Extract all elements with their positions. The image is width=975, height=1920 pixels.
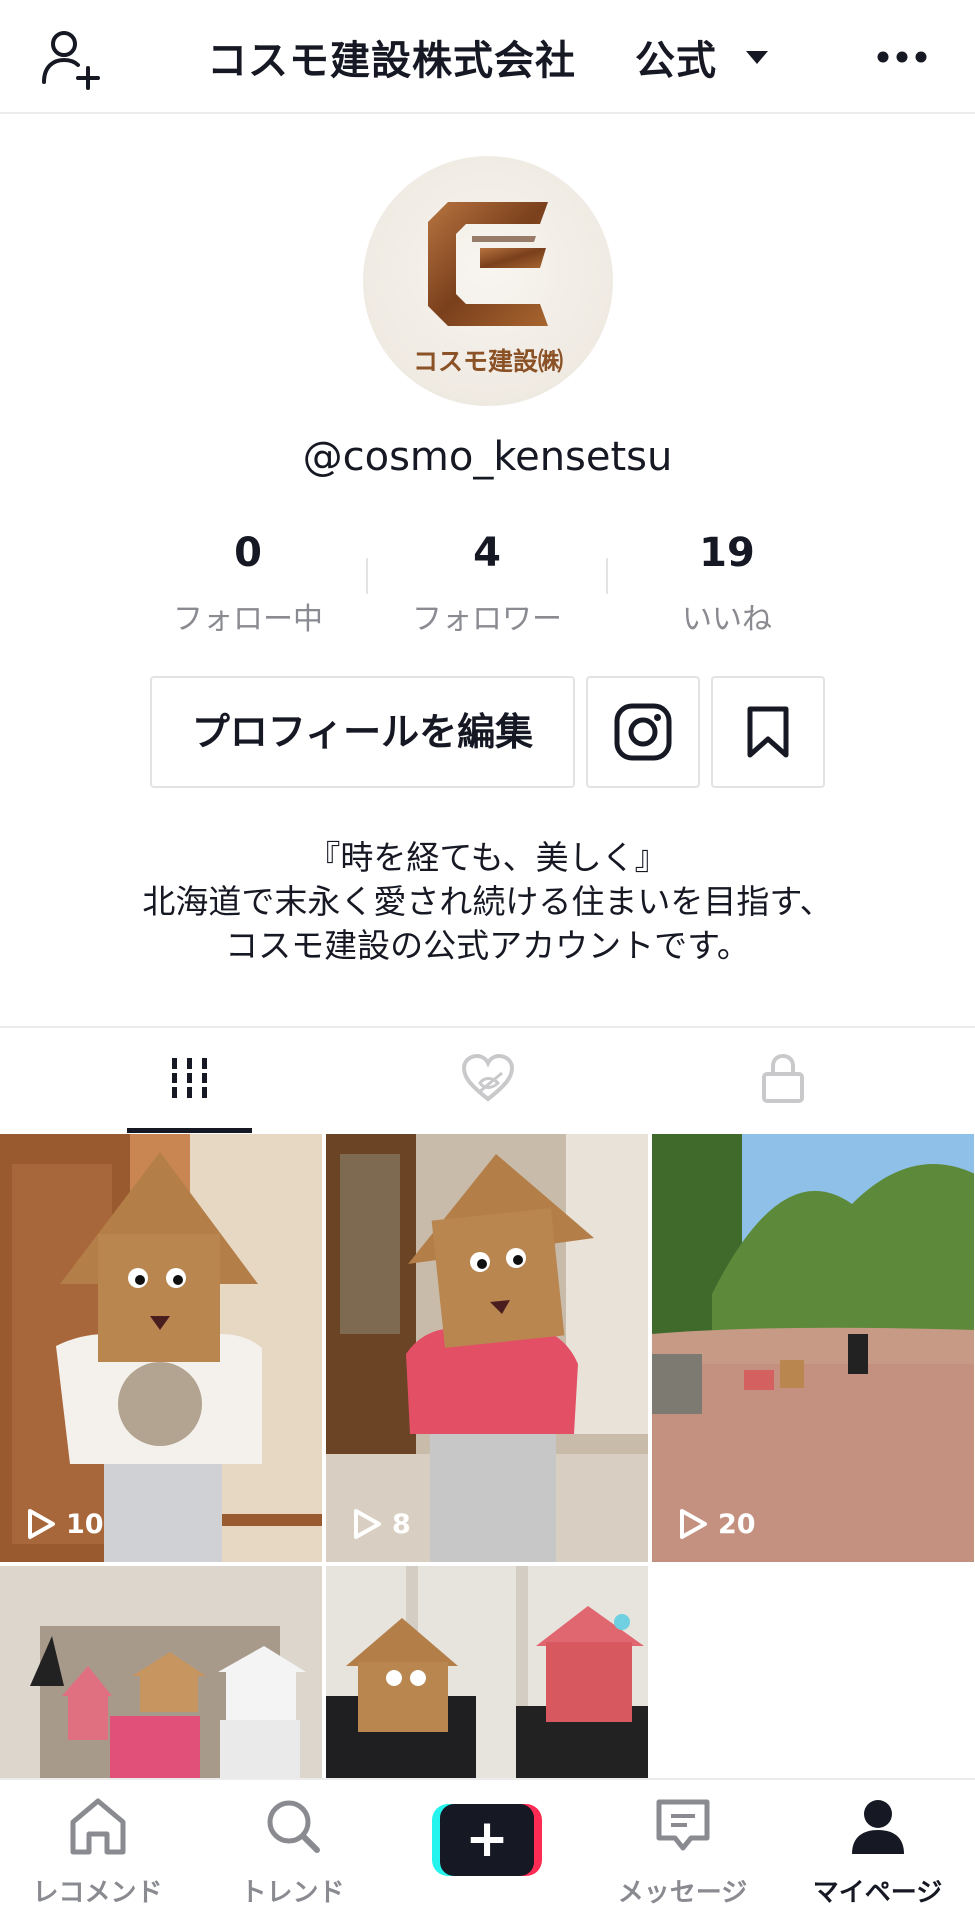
followers-count: 4 [473,530,501,576]
create-plus-icon: + [440,1804,534,1876]
instagram-button[interactable] [586,676,700,788]
play-icon [354,1509,381,1539]
video-thumbnail-image [326,1134,648,1562]
profile-bio: 『時を経ても、美しく』 北海道で末永く愛され続ける住まいを目指す、 コスモ建設の… [0,836,975,968]
official-badge: 公式 [635,38,717,84]
company-logo-icon [428,202,548,326]
search-icon [267,1800,320,1853]
liked-hidden-icon [461,1053,514,1102]
video-thumbnail-image [652,1134,974,1562]
video-thumbnail[interactable]: 10 [0,1134,322,1562]
video-thumbnail[interactable] [326,1566,648,1778]
video-thumbnail-image [326,1566,648,1778]
bookmark-icon [747,706,789,758]
play-count: 8 [352,1508,411,1541]
following-count: 0 [234,530,262,576]
active-tab-indicator [127,1128,252,1133]
edit-profile-button[interactable]: プロフィールを編集 [150,676,575,788]
nav-inbox[interactable]: メッセージ [585,1780,780,1920]
nav-home[interactable]: レコメンド [0,1780,195,1920]
tab-videos[interactable] [27,1028,352,1134]
bio-line: 北海道で末永く愛され続ける住まいを目指す、 [142,882,833,921]
top-bar: コスモ建設株式会社 公式 [0,0,975,114]
lock-icon [761,1053,804,1103]
play-icon [680,1509,707,1539]
avatar-logo-text: コスモ建設㈱ [412,347,563,376]
nav-profile-label: マイページ [812,1878,943,1908]
play-count: 20 [678,1508,756,1541]
bio-line: 『時を経ても、美しく』 [307,838,668,877]
nav-profile[interactable]: マイページ [780,1780,975,1920]
video-thumbnail[interactable]: 8 [326,1134,648,1562]
video-thumbnail[interactable]: 20 [652,1134,974,1562]
message-icon [656,1799,709,1851]
profile-icon [851,1800,904,1854]
play-icon [28,1509,55,1539]
profile-avatar[interactable]: コスモ建設㈱ [363,156,613,406]
likes-stat[interactable]: 19 いいね [607,530,847,638]
grid-icon [169,1058,210,1098]
content-tabs [0,1026,975,1134]
tab-liked[interactable] [325,1028,650,1134]
instagram-icon [614,703,672,761]
video-thumbnail-image [0,1566,322,1778]
tab-private[interactable] [620,1028,945,1134]
likes-count: 19 [699,530,755,576]
video-thumbnail-image [0,1134,322,1562]
video-thumbnail[interactable] [0,1566,322,1778]
play-count: 10 [26,1508,104,1541]
more-options-icon[interactable] [877,50,927,64]
username: @cosmo_kensetsu [302,434,673,480]
nav-home-label: レコメンド [32,1878,163,1908]
followers-stat[interactable]: 4 フォロワー [367,530,607,638]
followers-label: フォロワー [412,602,562,637]
following-stat[interactable]: 0 フォロー中 [128,530,368,638]
profile-stats: 0 フォロー中 4 フォロワー 19 いいね [0,530,975,637]
likes-label: いいね [682,602,772,637]
nav-inbox-label: メッセージ [617,1878,748,1908]
create-video-button[interactable]: + [432,1804,542,1876]
dropdown-caret-icon [745,50,768,64]
account-title: コスモ建設株式会社 [207,38,577,84]
bio-line: コスモ建設の公式アカウントです。 [225,926,750,965]
home-icon [70,1798,125,1855]
nav-discover[interactable]: トレンド [195,1780,390,1920]
bottom-navigation: レコメンド トレンド + メッセージ マイページ [0,1778,975,1920]
nav-discover-label: トレンド [240,1878,345,1908]
following-label: フォロー中 [173,602,323,637]
favorites-button[interactable] [711,676,825,788]
account-switcher[interactable]: コスモ建設株式会社 公式 [0,28,975,86]
